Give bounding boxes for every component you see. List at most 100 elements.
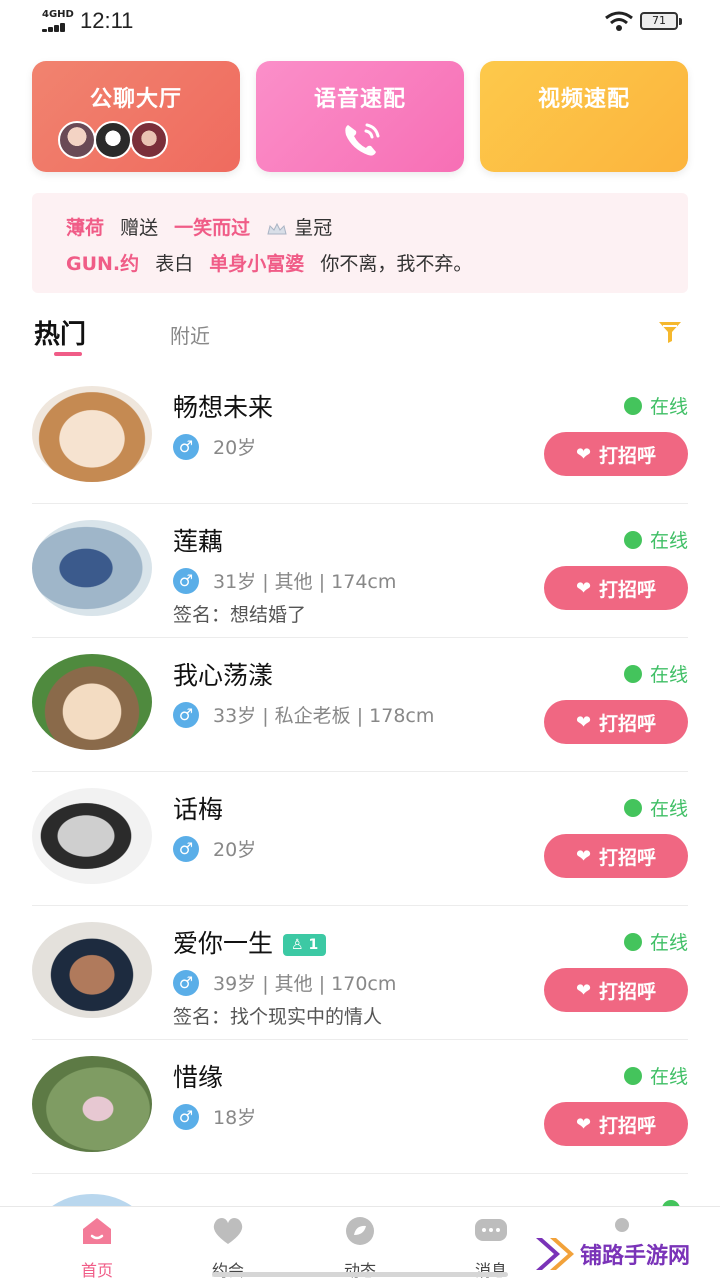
- user-meta: ♂ 31岁 | 其他 | 174cm: [173, 567, 396, 594]
- heart-icon: ❤: [575, 443, 592, 465]
- watermark-logo-icon: [536, 1238, 574, 1270]
- avatar: [130, 121, 168, 159]
- greet-label: 打招呼: [599, 980, 657, 1003]
- heart-icon: ❤: [575, 845, 592, 867]
- list-item[interactable]: 话梅 ♂ 20岁 在线 ❤ 打招呼: [32, 772, 688, 906]
- list-item[interactable]: [32, 1174, 688, 1206]
- video-match-card[interactable]: 视频速配: [480, 61, 688, 172]
- male-icon: ♂: [173, 567, 199, 594]
- nav-messages[interactable]: 消息: [441, 1207, 541, 1280]
- moments-icon: [346, 1217, 374, 1245]
- avatar: [32, 386, 152, 482]
- voice-match-card[interactable]: 语音速配: [256, 61, 464, 172]
- online-dot-icon: [623, 664, 642, 683]
- clock: 12:11: [80, 8, 134, 33]
- tab-hot[interactable]: 热门: [34, 314, 86, 351]
- avatar: [32, 1056, 152, 1152]
- online-dot-icon: [623, 932, 642, 951]
- notice-target: 一笑而过: [174, 217, 251, 239]
- online-dot-icon: [623, 798, 642, 817]
- user-name: 爱你一生 ♙ 1: [173, 924, 327, 960]
- greet-button[interactable]: ❤ 打招呼: [544, 968, 688, 1012]
- heart-icon: ❤: [575, 711, 592, 733]
- greet-button[interactable]: ❤ 打招呼: [544, 1102, 688, 1146]
- crown-icon: [267, 222, 287, 234]
- list-item[interactable]: 莲藕 ♂ 31岁 | 其他 | 174cm 签名：想结婚了 在线 ❤ 打招呼: [32, 504, 688, 638]
- greet-label: 打招呼: [599, 846, 657, 869]
- home-indicator: [212, 1272, 508, 1277]
- user-meta: ♂ 39岁 | 其他 | 170cm: [173, 969, 396, 996]
- tab-nearby[interactable]: 附近: [170, 320, 210, 349]
- filter-icon[interactable]: [657, 320, 683, 344]
- user-name: 惜缘: [173, 1063, 224, 1092]
- list-item[interactable]: 畅想未来 ♂ 20岁 在线 ❤ 打招呼: [32, 370, 688, 504]
- online-label: 在线: [649, 396, 688, 418]
- user-name: 我心荡漾: [173, 661, 274, 690]
- user-meta: ♂ 20岁: [173, 433, 256, 460]
- male-icon: ♂: [173, 701, 199, 728]
- online-status: 在线: [623, 928, 688, 955]
- avatar: [32, 520, 152, 616]
- user-meta: ♂ 18岁: [173, 1103, 256, 1130]
- online-label: 在线: [649, 1066, 688, 1088]
- nav-home[interactable]: 首页: [47, 1207, 147, 1280]
- notice-line: GUN.约 表白 单身小富婆 你不离，我不弃。: [66, 249, 482, 276]
- user-signature: 签名：找个现实中的情人: [173, 1006, 383, 1028]
- heart-icon: ❤: [575, 979, 592, 1001]
- male-icon: ♂: [173, 1103, 199, 1130]
- greet-label: 打招呼: [599, 1114, 657, 1137]
- heart-icon: [213, 1218, 243, 1244]
- tab-indicator: [54, 352, 82, 356]
- nav-moments[interactable]: 动态: [310, 1207, 410, 1280]
- avatar: [32, 788, 152, 884]
- network-type: 4GHD: [42, 9, 74, 20]
- user-signature: 签名：想结婚了: [173, 604, 307, 626]
- avatar: [94, 121, 132, 159]
- list-item[interactable]: 爱你一生 ♙ 1 ♂ 39岁 | 其他 | 170cm 签名：找个现实中的情人 在线…: [32, 906, 688, 1040]
- chat-avatars: [58, 121, 188, 161]
- greet-label: 打招呼: [599, 444, 657, 467]
- online-label: 在线: [649, 530, 688, 552]
- nav-label: 首页: [80, 1261, 113, 1280]
- user-name: 畅想未来: [173, 393, 274, 422]
- greet-button[interactable]: ❤ 打招呼: [544, 432, 688, 476]
- greet-button[interactable]: ❤ 打招呼: [544, 834, 688, 878]
- avatar: [32, 654, 152, 750]
- online-dot-icon: [623, 396, 642, 415]
- notice-action: 表白: [155, 253, 194, 275]
- watermark-text: 铺路手游网: [580, 1244, 691, 1269]
- user-name-text: 爱你一生: [173, 929, 274, 958]
- list-item[interactable]: 惜缘 ♂ 18岁 在线 ❤ 打招呼: [32, 1040, 688, 1174]
- message-icon: [475, 1219, 507, 1241]
- status-bar: 4GHD 12:11 71: [0, 0, 720, 44]
- home-icon: [83, 1218, 111, 1244]
- card-title: 视频速配: [537, 87, 630, 112]
- user-meta: ♂ 20岁: [173, 835, 256, 862]
- notice-user: GUN.约: [66, 253, 140, 275]
- nav-dating[interactable]: 约会: [178, 1207, 278, 1280]
- heart-icon: ❤: [575, 1113, 592, 1135]
- male-icon: ♂: [173, 433, 199, 460]
- notice-gift: 皇冠: [294, 217, 333, 239]
- level-badge: ♙ 1: [283, 934, 327, 956]
- list-item[interactable]: 我心荡漾 ♂ 33岁 | 私企老板 | 178cm 在线 ❤ 打招呼: [32, 638, 688, 772]
- online-label: 在线: [649, 932, 688, 954]
- gift-notice: 薄荷 赠送 一笑而过 皇冠 GUN.约 表白 单身小富婆 你不离，我不弃。: [32, 193, 688, 293]
- avatar: [32, 922, 152, 1018]
- greet-button[interactable]: ❤ 打招呼: [544, 700, 688, 744]
- online-status: 在线: [623, 392, 688, 419]
- notice-user: 薄荷: [66, 217, 105, 239]
- public-chat-card[interactable]: 公聊大厅: [32, 61, 240, 172]
- male-icon: ♂: [173, 835, 199, 862]
- notice-action: 赠送: [120, 217, 159, 239]
- user-info: 33岁 | 私企老板 | 178cm: [213, 705, 435, 727]
- signal-icon: [42, 22, 72, 32]
- user-meta: ♂ 33岁 | 私企老板 | 178cm: [173, 701, 434, 728]
- online-status: 在线: [623, 660, 688, 687]
- greet-button[interactable]: ❤ 打招呼: [544, 566, 688, 610]
- heart-icon: ❤: [575, 577, 592, 599]
- user-info: 39岁 | 其他 | 170cm: [213, 973, 397, 995]
- avatar: [58, 121, 96, 159]
- user-info: 20岁: [213, 437, 257, 459]
- online-dot-icon: [623, 530, 642, 549]
